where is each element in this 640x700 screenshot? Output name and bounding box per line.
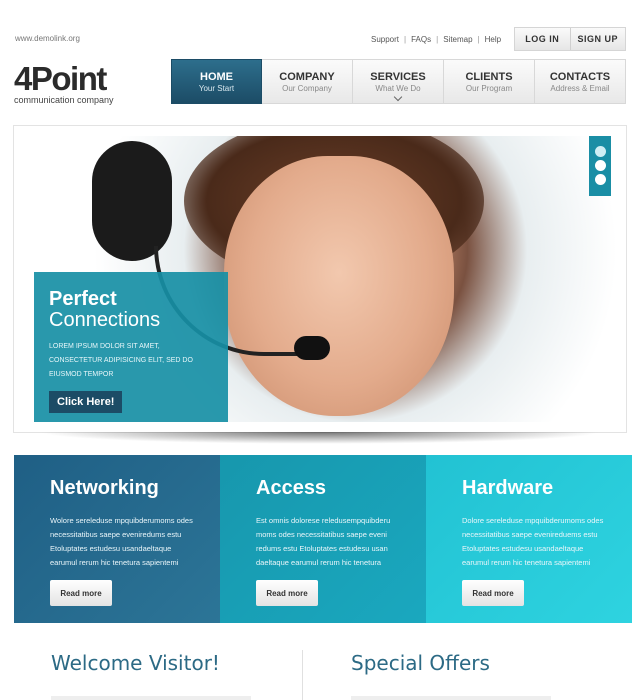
nav-item-clients[interactable]: CLIENTS Our Program <box>444 59 535 104</box>
section-divider <box>302 650 303 700</box>
feature-networking: Networking Wolore sereleduse mpquibderum… <box>14 455 220 623</box>
hero-image: Perfect Connections Lorem ipsum dolor si… <box>24 136 616 422</box>
offers-underline <box>351 696 551 700</box>
headset-icon <box>92 141 172 261</box>
separator: | <box>436 35 439 44</box>
nav-subtitle: Our Company <box>282 83 332 93</box>
nav-title: SERVICES <box>370 70 426 83</box>
hero-subtitle: Connections <box>49 309 161 331</box>
click-here-button[interactable]: Click Here! <box>49 391 123 413</box>
auth-buttons: LOG IN SIGN UP <box>514 27 626 51</box>
nav-item-company[interactable]: COMPANY Our Company <box>262 59 353 104</box>
signup-button[interactable]: SIGN UP <box>569 28 626 50</box>
feature-title: Networking <box>50 477 159 499</box>
nav-subtitle: Our Program <box>465 83 513 93</box>
feature-text: Dolore sereleduse mpquibderumoms odes ne… <box>462 516 604 567</box>
logo-name: 4Point <box>14 60 107 97</box>
feature-title: Access <box>256 477 327 499</box>
nav-title: CONTACTS <box>549 70 611 83</box>
feature-text: Wolore sereleduse mpquibderumoms odes ne… <box>50 516 193 567</box>
chevron-down-icon <box>393 92 403 102</box>
special-offers-heading: Special Offers <box>351 651 490 675</box>
sitemap-link[interactable]: Sitemap <box>443 35 472 44</box>
nav-item-home[interactable]: HOME Your Start <box>171 59 262 104</box>
utility-links: Support | FAQs | Sitemap | Help <box>371 35 501 44</box>
separator: | <box>404 35 407 44</box>
hero-caption: Perfect Connections Lorem ipsum dolor si… <box>34 272 228 422</box>
pager-dot[interactable] <box>594 174 606 185</box>
login-button[interactable]: LOG IN <box>515 28 570 50</box>
nav-title: CLIENTS <box>465 70 513 83</box>
support-link[interactable]: Support <box>371 35 399 44</box>
feature-title: Hardware <box>462 477 554 499</box>
slider-shadow <box>38 432 602 444</box>
hero-text: Lorem ipsum dolor sit amet, consectetur … <box>49 343 193 378</box>
site-url: www.demolink.org <box>15 34 80 43</box>
nav-subtitle: Your Start <box>198 83 235 93</box>
feature-boxes: Networking Wolore sereleduse mpquibderum… <box>14 455 632 623</box>
pager-dot[interactable] <box>594 160 606 171</box>
welcome-heading: Welcome Visitor! <box>51 651 220 675</box>
feature-hardware: Hardware Dolore sereleduse mpquibderumom… <box>426 455 632 623</box>
feature-text: Est omnis dolorese reledusempquibderu mo… <box>256 516 391 567</box>
hero-slider: Perfect Connections Lorem ipsum dolor si… <box>13 125 627 433</box>
hero-title: Perfect <box>49 288 117 310</box>
microphone-icon <box>294 336 330 360</box>
welcome-underline <box>51 696 251 700</box>
pager-dot[interactable] <box>594 146 606 157</box>
slider-pager <box>589 136 611 196</box>
faqs-link[interactable]: FAQs <box>411 35 431 44</box>
nav-item-services[interactable]: SERVICES What We Do <box>353 59 444 104</box>
nav-item-contacts[interactable]: CONTACTS Address & Email <box>535 59 626 104</box>
feature-access: Access Est omnis dolorese reledusempquib… <box>220 455 426 623</box>
nav-title: COMPANY <box>279 70 335 83</box>
nav-subtitle: Address & Email <box>550 83 610 93</box>
nav-title: HOME <box>200 70 233 83</box>
help-link[interactable]: Help <box>485 35 501 44</box>
read-more-button[interactable]: Read more <box>256 580 318 606</box>
read-more-button[interactable]: Read more <box>462 580 524 606</box>
main-nav: HOME Your Start COMPANY Our Company SERV… <box>171 59 626 104</box>
separator: | <box>477 35 480 44</box>
logo[interactable]: 4Point communication company <box>14 60 114 105</box>
logo-tagline: communication company <box>14 95 114 105</box>
nav-subtitle: What We Do <box>375 83 421 93</box>
read-more-button[interactable]: Read more <box>50 580 112 606</box>
